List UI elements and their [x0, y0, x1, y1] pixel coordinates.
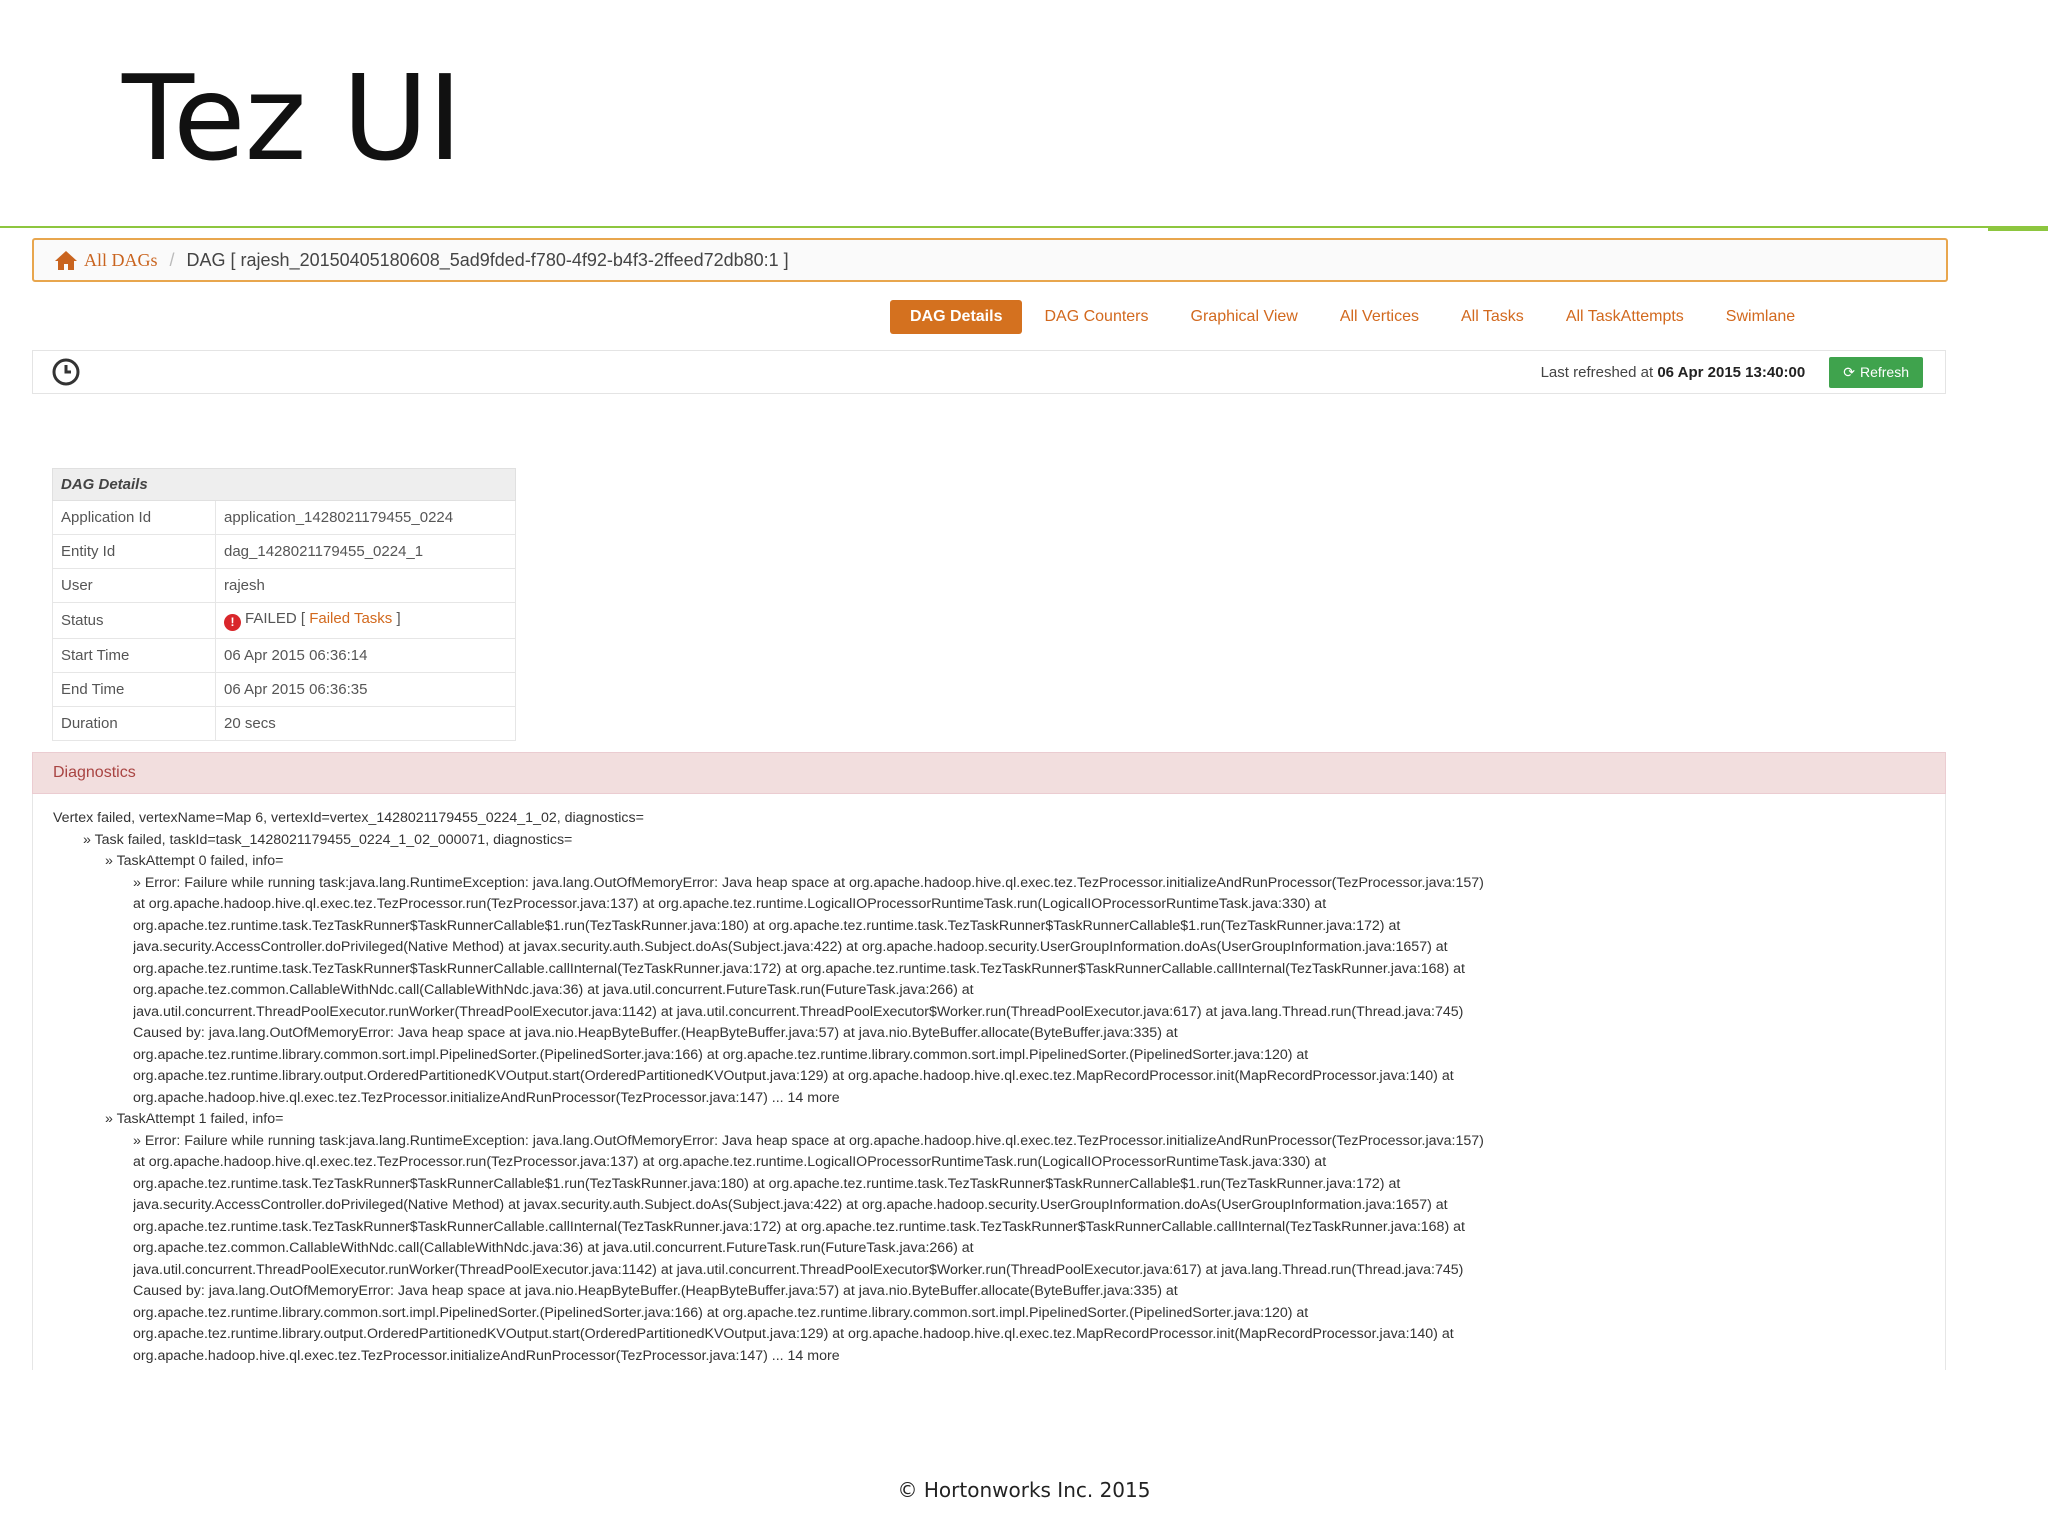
stack-trace-line: org.apache.tez.runtime.task.TezTaskRunne… [133, 1175, 1401, 1192]
stack-trace-line: org.apache.hadoop.hive.ql.exec.tez.TezPr… [133, 1347, 840, 1364]
diagnostics-header: Diagnostics [32, 752, 1946, 794]
breadcrumb-separator: / [169, 249, 175, 270]
stack-trace-line: org.apache.tez.runtime.library.output.Or… [133, 1326, 1454, 1342]
stack-trace-line: java.util.concurrent.ThreadPoolExecutor.… [133, 1261, 1464, 1278]
tab-dag-counters[interactable]: DAG Counters [1024, 300, 1168, 334]
failed-tasks-link[interactable]: Failed Tasks [309, 610, 392, 627]
refresh-button[interactable]: ⟳ Refresh [1829, 356, 1923, 388]
stack-trace-line: org.apache.tez.runtime.library.output.Or… [133, 1068, 1454, 1084]
stack-trace-line: org.apache.tez.runtime.library.common.so… [133, 1304, 1309, 1321]
stack-trace-line: org.apache.tez.runtime.task.TezTaskRunne… [133, 1218, 1465, 1235]
dag-tabs: DAG Details DAG Counters Graphical View … [890, 300, 1817, 334]
clock-icon[interactable] [51, 357, 81, 387]
tab-dag-details[interactable]: DAG Details [890, 300, 1023, 334]
tab-graphical-view[interactable]: Graphical View [1171, 300, 1318, 334]
slide-title: Tez UI [122, 49, 462, 187]
stack-trace-line: » Error: Failure while running task:java… [133, 1132, 1484, 1149]
table-row: End Time 06 Apr 2015 06:36:35 [52, 672, 516, 707]
task-failed-line[interactable]: » Task failed, taskId=task_1428021179455… [33, 830, 1945, 852]
stack-trace-line: at org.apache.hadoop.hive.ql.exec.tez.Te… [133, 1154, 1327, 1170]
user-value: rajesh [215, 568, 516, 603]
breadcrumb-current-dag: DAG [ rajesh_20150405180608_5ad9fded-f78… [186, 249, 789, 270]
end-time-value: 06 Apr 2015 06:36:35 [215, 672, 516, 707]
breadcrumb-all-dags-link[interactable]: All DAGs [84, 250, 158, 271]
duration-label: Duration [52, 706, 216, 741]
slide-footer-copyright: © Hortonworks Inc. 2015 [897, 1478, 1151, 1502]
stack-trace-line: org.apache.tez.common.CallableWithNdc.ca… [133, 1240, 974, 1256]
status-value: ! FAILED [ Failed Tasks ] [215, 602, 516, 639]
status-label: Status [52, 602, 216, 639]
diagnostics-body[interactable]: Vertex failed, vertexName=Map 6, vertexI… [32, 794, 1946, 1370]
title-divider-accent [1988, 226, 2048, 231]
breadcrumb: All DAGs / DAG [ rajesh_20150405180608_5… [32, 238, 1948, 282]
table-row: Duration 20 secs [52, 706, 516, 741]
home-icon[interactable] [54, 249, 78, 271]
refresh-bar: Last refreshed at 06 Apr 2015 13:40:00 ⟳… [32, 350, 1946, 394]
diagnostics-heading: Diagnostics [53, 764, 136, 781]
refresh-icon: ⟳ [1843, 363, 1855, 380]
status-bracket-open: [ [300, 610, 306, 627]
duration-value: 20 secs [215, 706, 516, 741]
vertex-failed-line: Vertex failed, vertexName=Map 6, vertexI… [53, 810, 644, 826]
dag-details-table: DAG Details Application Id application_1… [52, 468, 516, 741]
start-time-label: Start Time [52, 638, 216, 673]
tab-all-tasks[interactable]: All Tasks [1441, 300, 1544, 334]
tab-swimlane[interactable]: Swimlane [1706, 300, 1815, 334]
application-id-label: Application Id [52, 500, 216, 535]
last-refreshed-time: 06 Apr 2015 13:40:00 [1657, 363, 1806, 381]
entity-id-value: dag_1428021179455_0224_1 [215, 534, 516, 569]
task-attempt-0-header[interactable]: » TaskAttempt 0 failed, info= [33, 851, 1945, 873]
stack-trace-line: org.apache.tez.runtime.task.TezTaskRunne… [133, 960, 1465, 977]
tab-all-taskattempts[interactable]: All TaskAttempts [1546, 300, 1704, 334]
dag-details-heading: DAG Details [52, 468, 516, 501]
error-icon: ! [224, 614, 241, 631]
stack-trace-line: » Error: Failure while running task:java… [133, 874, 1484, 891]
stack-trace-line: org.apache.tez.runtime.task.TezTaskRunne… [133, 917, 1401, 934]
tab-all-vertices[interactable]: All Vertices [1320, 300, 1439, 334]
stack-trace-line: at org.apache.hadoop.hive.ql.exec.tez.Te… [133, 896, 1327, 912]
status-text: FAILED [245, 610, 297, 627]
table-row: User rajesh [52, 568, 516, 603]
entity-id-label: Entity Id [52, 534, 216, 569]
stack-trace-line: java.security.AccessController.doPrivile… [133, 1197, 1448, 1213]
user-label: User [52, 568, 216, 603]
refresh-button-label: Refresh [1859, 364, 1909, 380]
task-attempt-1-trace: » Error: Failure while running task:java… [33, 1131, 1945, 1368]
task-attempt-0-trace: » Error: Failure while running task:java… [33, 873, 1945, 1110]
stack-trace-line: Caused by: java.lang.OutOfMemoryError: J… [133, 1283, 1178, 1299]
stack-trace-line: java.security.AccessController.doPrivile… [133, 939, 1448, 955]
last-refreshed-text: Last refreshed at 06 Apr 2015 13:40:00 [1541, 364, 1806, 381]
table-row: Start Time 06 Apr 2015 06:36:14 [52, 638, 516, 673]
task-attempt-1-header[interactable]: » TaskAttempt 1 failed, info= [33, 1109, 1945, 1131]
end-time-label: End Time [52, 672, 216, 707]
last-refreshed-label: Last refreshed at [1540, 363, 1654, 381]
status-bracket-close: ] [396, 610, 401, 627]
table-row: Entity Id dag_1428021179455_0224_1 [52, 534, 516, 569]
stack-trace-line: java.util.concurrent.ThreadPoolExecutor.… [133, 1003, 1464, 1020]
start-time-value: 06 Apr 2015 06:36:14 [215, 638, 516, 673]
stack-trace-line: org.apache.hadoop.hive.ql.exec.tez.TezPr… [133, 1089, 840, 1106]
title-divider [0, 226, 1988, 228]
table-row: Status ! FAILED [ Failed Tasks ] [52, 602, 516, 639]
stack-trace-line: Caused by: java.lang.OutOfMemoryError: J… [133, 1025, 1178, 1041]
application-id-value: application_1428021179455_0224 [215, 500, 516, 535]
stack-trace-line: org.apache.tez.runtime.library.common.so… [133, 1046, 1309, 1063]
stack-trace-line: org.apache.tez.common.CallableWithNdc.ca… [133, 982, 974, 998]
table-row: Application Id application_1428021179455… [52, 500, 516, 535]
